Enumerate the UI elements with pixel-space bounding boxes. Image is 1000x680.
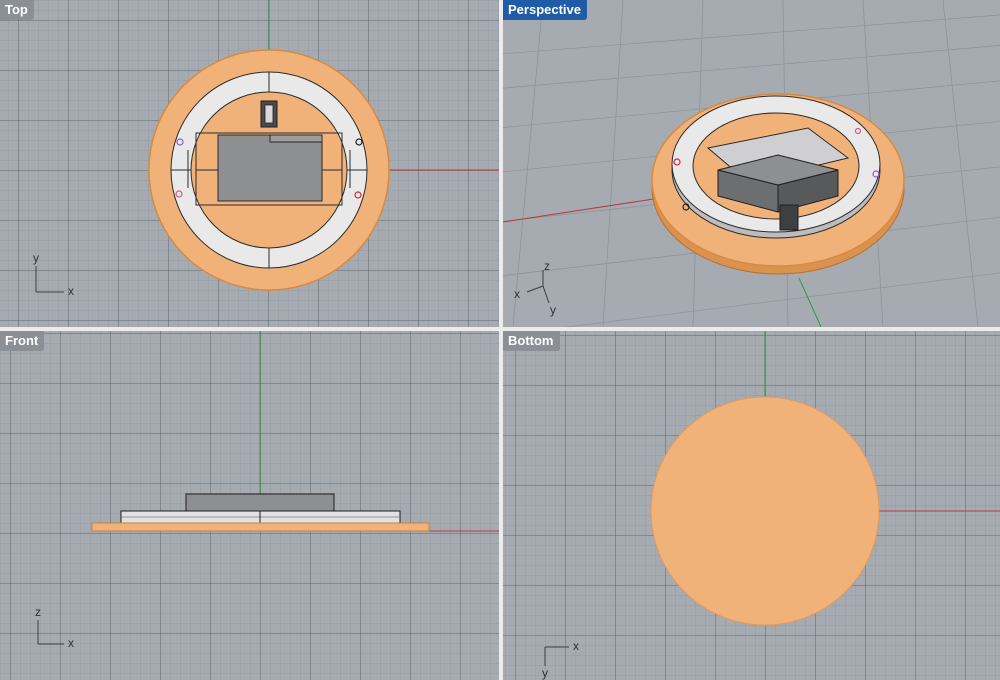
perspective-viewport-label[interactable]: Perspective — [503, 0, 587, 20]
bottom-viewport-label[interactable]: Bottom — [503, 331, 560, 351]
bottom-axis-y-label: y — [542, 666, 548, 680]
perspective-axis-y-label: y — [550, 303, 556, 317]
top-connector-slot — [264, 104, 274, 124]
front-base-disc-profile — [91, 522, 430, 532]
perspective-connector — [779, 204, 799, 231]
front-battery-block — [185, 493, 335, 512]
perspective-viewport[interactable]: Perspective z x y — [503, 0, 1000, 327]
front-axis-gizmo: z x — [35, 605, 74, 650]
top-viewport-label[interactable]: Top — [0, 0, 34, 20]
front-viewport-label[interactable]: Front — [0, 331, 45, 351]
perspective-y-axis-line — [798, 277, 822, 327]
bottom-view-scene: x y — [542, 331, 1000, 680]
top-axis-gizmo: y x — [33, 251, 74, 298]
bottom-base-disc — [650, 396, 880, 626]
perspective-view-scene: z x y — [503, 0, 1000, 327]
perspective-axis-z-label: z — [544, 259, 550, 273]
top-view-scene: y x — [33, 0, 499, 298]
top-axis-x-label: x — [68, 284, 74, 298]
bottom-viewport[interactable]: Bottom x y — [503, 331, 1000, 680]
top-battery-tab — [269, 134, 323, 143]
top-viewport[interactable]: Top y x — [0, 0, 499, 327]
perspective-axis-gizmo: z x y — [514, 259, 556, 317]
horizontal-divider[interactable] — [0, 327, 1000, 331]
front-view-scene: z x — [35, 331, 499, 650]
front-axis-z-label: z — [35, 605, 41, 619]
bottom-axis-x-label: x — [573, 639, 579, 653]
perspective-axis-x-label: x — [514, 287, 520, 301]
front-axis-x-label: x — [68, 636, 74, 650]
top-battery-block — [217, 134, 323, 202]
bottom-axis-gizmo: x y — [542, 639, 579, 680]
rhino-four-viewport-layout: Top y x Perspective z x y Front z x Bott… — [0, 0, 1000, 680]
top-axis-y-label: y — [33, 251, 39, 265]
front-viewport[interactable]: Front z x — [0, 331, 499, 680]
